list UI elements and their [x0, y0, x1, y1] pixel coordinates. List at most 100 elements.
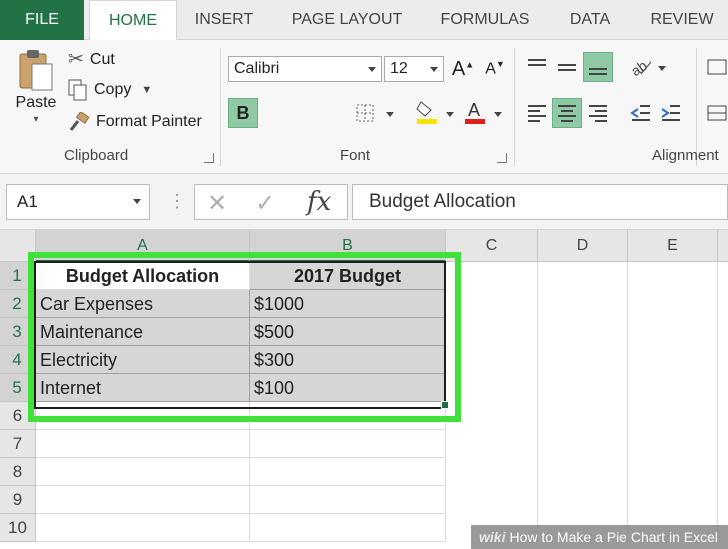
cell-b4[interactable]: $300	[250, 346, 446, 374]
column-header-f[interactable]	[718, 230, 728, 262]
row-header[interactable]: 6	[0, 402, 36, 430]
tab-page-layout[interactable]: PAGE LAYOUT	[284, 0, 410, 40]
borders-button[interactable]	[350, 98, 380, 128]
decrease-font-size-button[interactable]: A▼	[480, 54, 510, 84]
row-header[interactable]: 7	[0, 430, 36, 458]
align-middle-icon	[558, 64, 576, 71]
empty-cells[interactable]	[446, 262, 538, 542]
font-color-button[interactable]: A	[460, 96, 490, 126]
cell-b2[interactable]: $1000	[250, 290, 446, 318]
paste-dropdown-icon[interactable]: ▾	[33, 114, 38, 125]
borders-dropdown-icon[interactable]	[386, 112, 394, 117]
cell-b1[interactable]: 2017 Budget	[250, 262, 446, 290]
empty-cell[interactable]	[36, 458, 250, 486]
font-size-select[interactable]: 12	[384, 56, 444, 82]
row-header[interactable]: 4	[0, 346, 36, 374]
paste-button[interactable]: Paste ▾	[12, 48, 60, 125]
empty-cell[interactable]	[36, 402, 250, 430]
empty-cells[interactable]	[538, 262, 628, 542]
cell-a4[interactable]: Electricity	[36, 346, 250, 374]
row-header[interactable]: 5	[0, 374, 36, 402]
watermark: wiki How to Make a Pie Chart in Excel	[471, 525, 728, 549]
wrap-text-button[interactable]	[702, 52, 728, 82]
bottom-align-button[interactable]	[583, 52, 613, 82]
align-left-button[interactable]	[522, 98, 552, 128]
borders-icon	[356, 104, 374, 122]
copy-icon	[68, 79, 87, 101]
bold-label: B	[236, 102, 250, 123]
orientation-dropdown-icon[interactable]	[658, 66, 666, 71]
font-shrink-icon: A▼	[485, 59, 505, 78]
cell-a5[interactable]: Internet	[36, 374, 250, 402]
cancel-icon[interactable]: ✕	[207, 189, 227, 218]
cut-button[interactable]: ✂ Cut	[68, 48, 115, 71]
font-grow-icon: A▲	[451, 57, 475, 80]
middle-align-button[interactable]	[552, 52, 582, 82]
tab-home[interactable]: HOME	[89, 0, 177, 41]
row-header[interactable]: 8	[0, 458, 36, 486]
insert-function-icon[interactable]: fx	[307, 187, 331, 217]
cell-a1[interactable]: Budget Allocation	[36, 262, 250, 290]
decrease-indent-button[interactable]	[626, 98, 656, 128]
orientation-button[interactable]: ab	[626, 52, 656, 82]
tab-formulas[interactable]: FORMULAS	[430, 0, 540, 40]
clipboard-launcher-icon[interactable]	[204, 153, 214, 163]
fill-handle[interactable]	[441, 401, 449, 409]
cell-b5[interactable]: $100	[250, 374, 446, 402]
empty-cell[interactable]	[250, 458, 446, 486]
align-center-button[interactable]	[552, 98, 582, 128]
empty-cell[interactable]	[250, 514, 446, 542]
column-header-d[interactable]: D	[538, 230, 628, 262]
align-right-button[interactable]	[583, 98, 613, 128]
row-header[interactable]: 3	[0, 318, 36, 346]
increase-font-size-button[interactable]: A▲	[448, 54, 478, 84]
chevron-down-icon	[430, 67, 438, 72]
copy-dropdown-icon[interactable]: ▼	[141, 84, 152, 96]
fill-color-button[interactable]	[412, 96, 442, 126]
row-header[interactable]: 1	[0, 262, 36, 290]
font-color-icon: A	[465, 100, 485, 124]
empty-cell[interactable]	[250, 430, 446, 458]
font-family-select[interactable]: Calibri	[228, 56, 382, 82]
row-header[interactable]: 10	[0, 514, 36, 542]
chevron-down-icon	[133, 199, 141, 204]
more-options-icon[interactable]: ⋮	[168, 192, 186, 210]
select-all-corner[interactable]	[0, 230, 36, 262]
tab-data[interactable]: DATA	[560, 0, 620, 40]
top-align-button[interactable]	[522, 52, 552, 82]
empty-cell[interactable]	[250, 402, 446, 430]
tab-insert[interactable]: INSERT	[186, 0, 262, 40]
merge-cells-icon	[707, 105, 727, 121]
row-header[interactable]: 2	[0, 290, 36, 318]
fill-color-dropdown-icon[interactable]	[446, 112, 454, 117]
row-header[interactable]: 9	[0, 486, 36, 514]
merge-center-button[interactable]	[702, 98, 728, 128]
name-box[interactable]: A1	[6, 184, 150, 220]
empty-cell[interactable]	[36, 430, 250, 458]
column-header-e[interactable]: E	[628, 230, 718, 262]
ribbon-tab-bar: FILE HOME INSERT PAGE LAYOUT FORMULAS DA…	[0, 0, 728, 41]
empty-cell[interactable]	[36, 486, 250, 514]
increase-indent-button[interactable]	[656, 98, 686, 128]
check-icon[interactable]: ✓	[255, 189, 275, 218]
column-header-b[interactable]: B	[250, 230, 446, 262]
format-painter-button[interactable]: Format Painter	[68, 112, 202, 132]
empty-cells[interactable]	[628, 262, 718, 542]
copy-button[interactable]: Copy ▼	[68, 79, 152, 101]
empty-cell[interactable]	[36, 514, 250, 542]
cell-b3[interactable]: $500	[250, 318, 446, 346]
cell-a3[interactable]: Maintenance	[36, 318, 250, 346]
cell-a2[interactable]: Car Expenses	[36, 290, 250, 318]
bold-button[interactable]: B	[228, 98, 258, 128]
column-header-c[interactable]: C	[446, 230, 538, 262]
decrease-indent-icon	[630, 105, 650, 121]
empty-cell[interactable]	[250, 486, 446, 514]
column-header-a[interactable]: A	[36, 230, 250, 262]
tab-file[interactable]: FILE	[0, 0, 84, 40]
font-color-dropdown-icon[interactable]	[494, 112, 502, 117]
tab-review[interactable]: REVIEW	[642, 0, 722, 40]
font-launcher-icon[interactable]	[497, 153, 507, 163]
text-orientation-icon: ab	[629, 57, 652, 78]
formula-input[interactable]: Budget Allocation	[352, 184, 728, 220]
increase-indent-icon	[661, 105, 680, 121]
